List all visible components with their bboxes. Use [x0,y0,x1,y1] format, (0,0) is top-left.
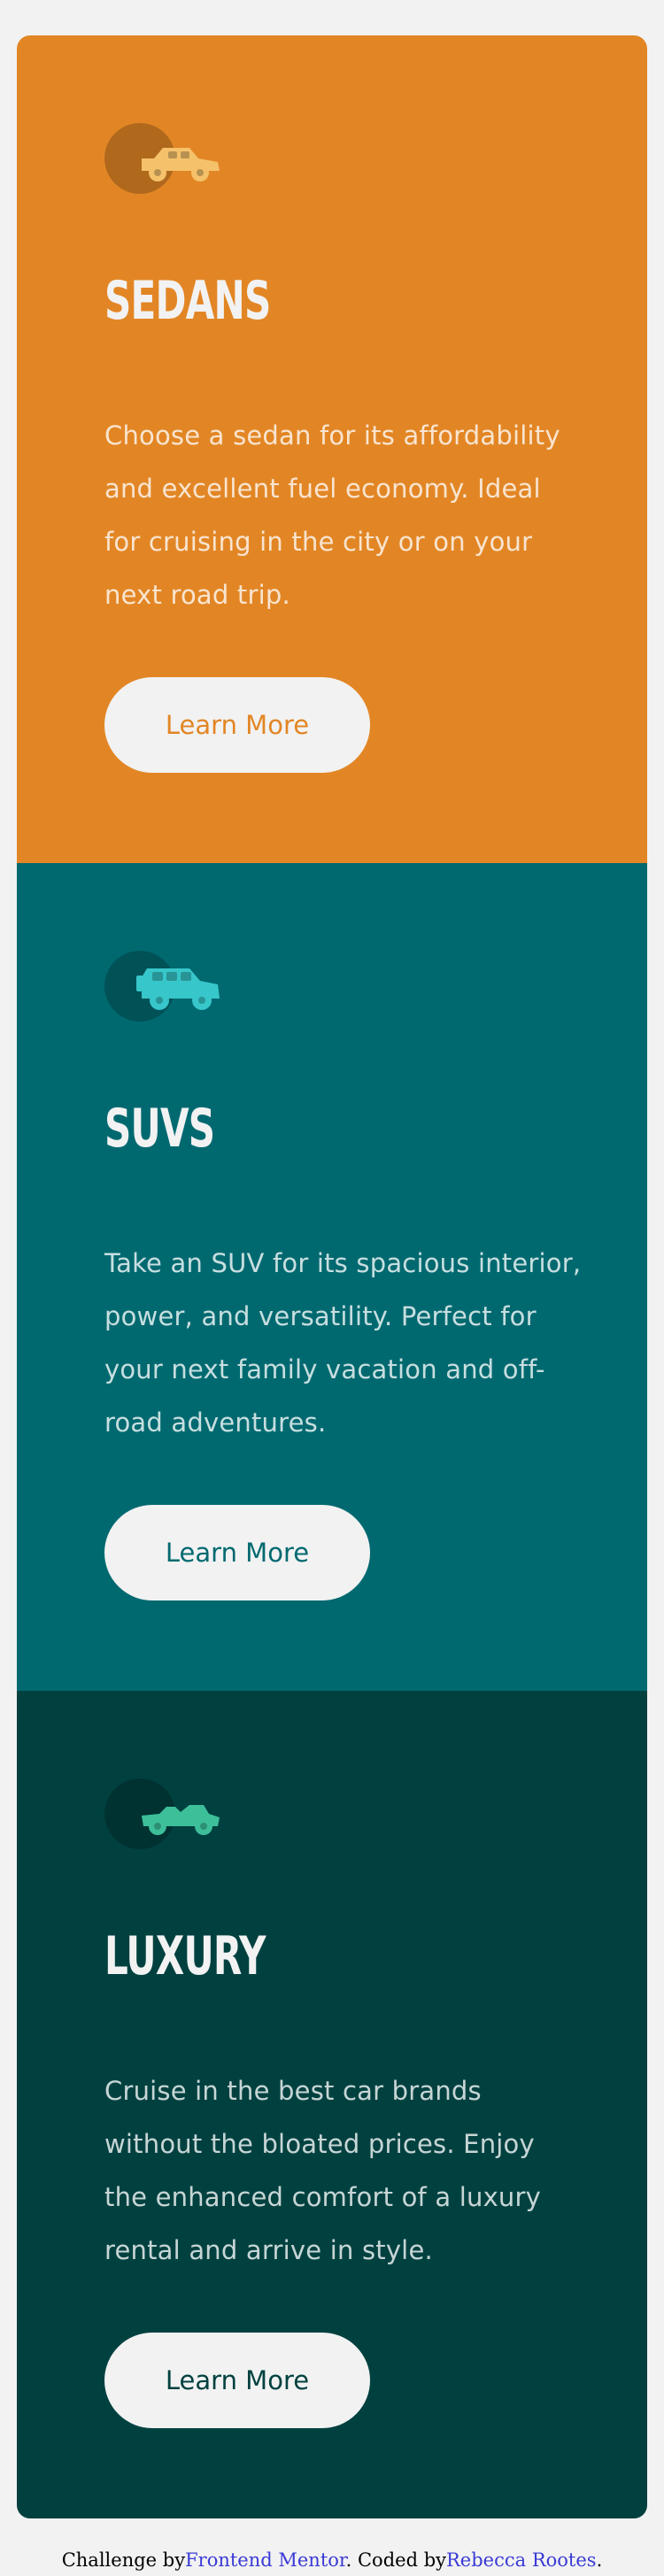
luxury-car-icon [104,1778,220,1849]
sedan-car-icon [104,123,220,194]
footer-suffix: . [596,2549,603,2571]
card-description: Choose a sedan for its affordability and… [104,420,560,610]
card-title: SEDANS [104,270,271,332]
card-title: SUVS [104,1098,215,1160]
card-suvs: SUVS Take an SUV for its spacious interi… [17,863,647,1691]
card-luxury: LUXURY Cruise in the best car brands wit… [17,1691,647,2518]
card-description: Cruise in the best car brands without th… [104,2076,541,2265]
coded-prefix: . Coded by [345,2549,446,2571]
attribution-footer: Challenge byFrontend Mentor. Coded byReb… [0,2549,664,2571]
learn-more-button[interactable]: Learn More [104,677,370,773]
learn-more-button[interactable]: Learn More [104,1505,370,1600]
frontend-mentor-link[interactable]: Frontend Mentor [185,2549,346,2571]
author-link[interactable]: Rebecca Rootes [446,2549,597,2571]
card-title: LUXURY [104,1925,266,1987]
learn-more-button[interactable]: Learn More [104,2333,370,2428]
card-group: SEDANS Choose a sedan for its affordabil… [17,35,647,2518]
suv-car-icon [104,951,220,1022]
card-description: Take an SUV for its spacious interior, p… [104,1248,582,1438]
challenge-prefix: Challenge by [61,2549,186,2571]
card-sedans: SEDANS Choose a sedan for its affordabil… [17,35,647,863]
